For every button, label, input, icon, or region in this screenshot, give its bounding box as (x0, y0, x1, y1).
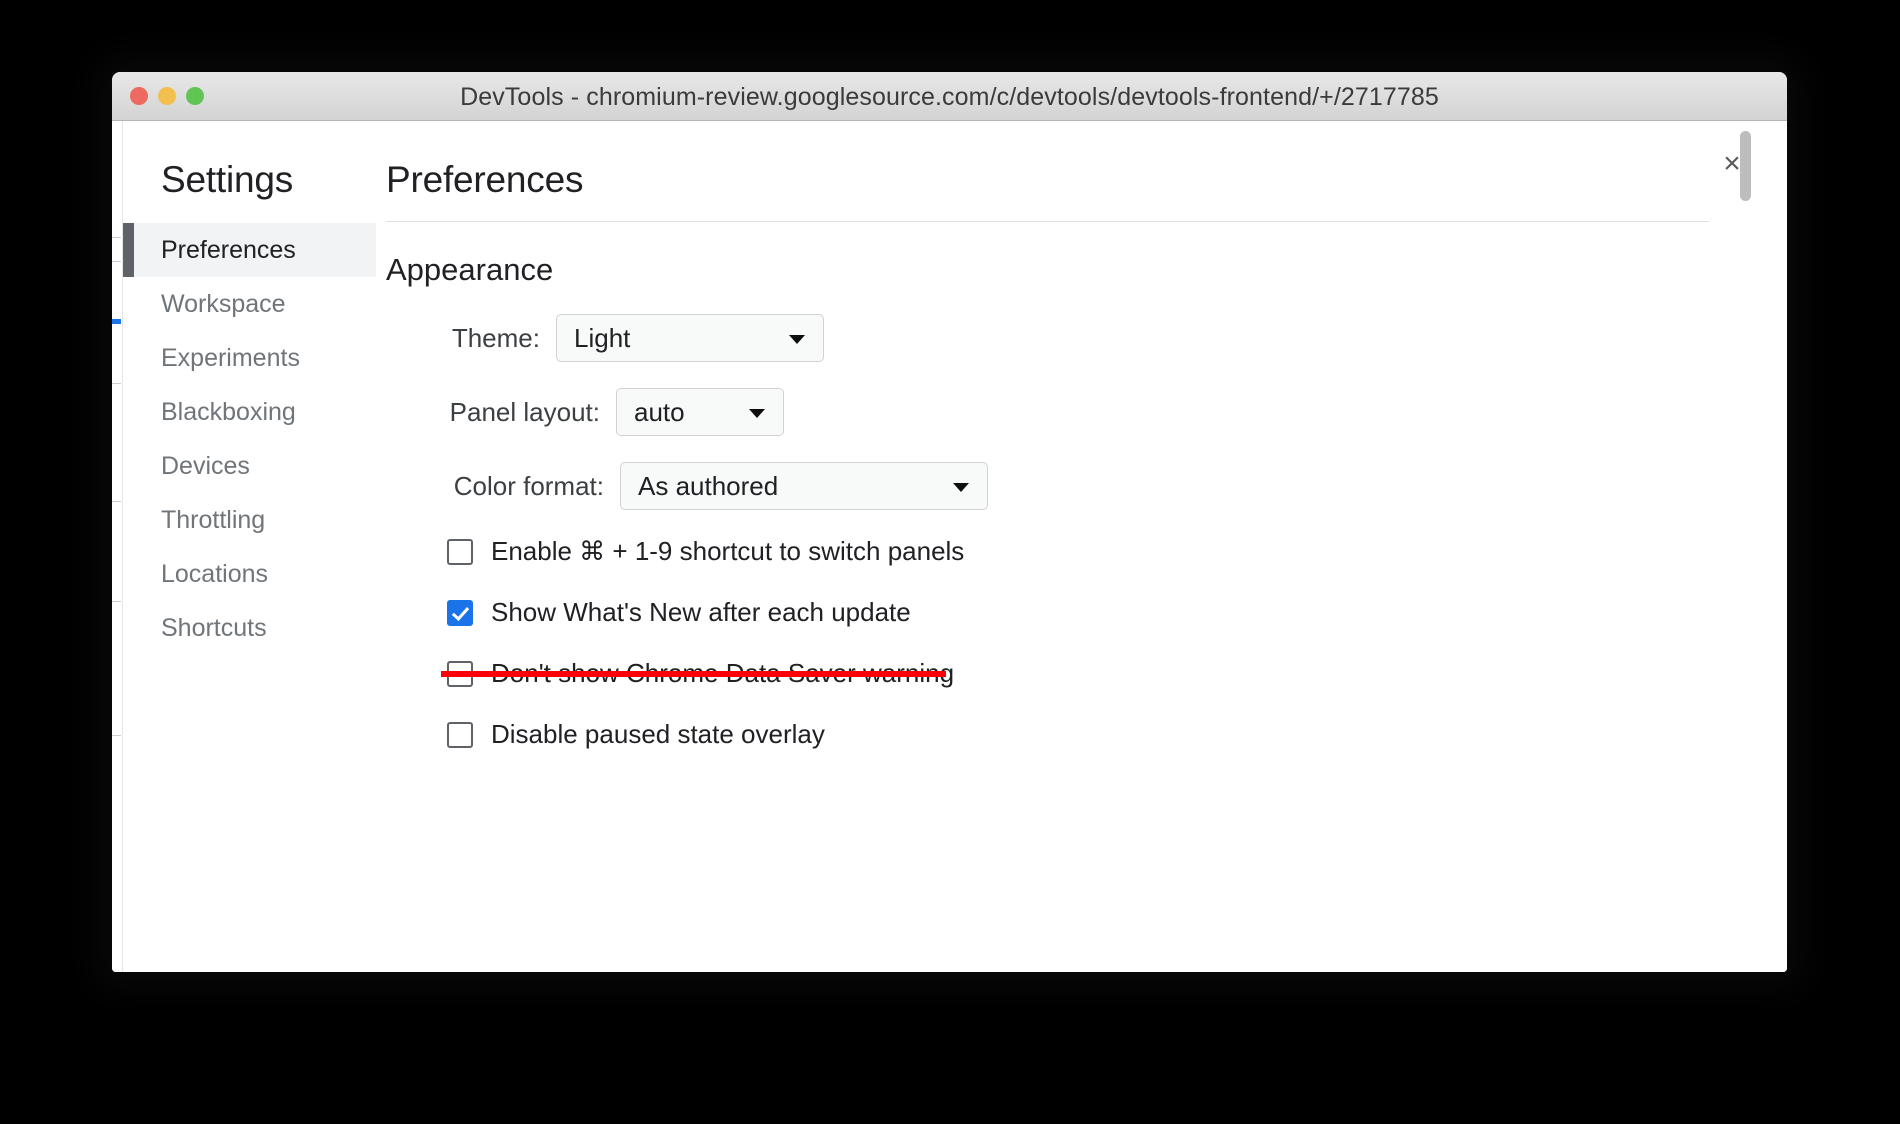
checkbox-data-saver-warning[interactable] (447, 660, 473, 687)
checkbox-label: Enable ⌘ + 1-9 shortcut to switch panels (491, 536, 965, 566)
page-edge-tick (112, 237, 121, 238)
sidebar-item-label: Locations (161, 559, 269, 588)
screenshot-root: DevTools - chromium-review.googlesource.… (0, 0, 1900, 1124)
checkbox-row-data-saver-warning[interactable]: Don't show Chrome Data Saver warning (386, 658, 1709, 689)
sidebar-item-label: Devices (161, 451, 250, 480)
chevron-down-icon (789, 335, 805, 344)
theme-select[interactable]: Light (556, 314, 824, 362)
sidebar-item-label: Blackboxing (161, 397, 296, 426)
preferences-scroll-area: Appearance Theme: Light Panel layout: au… (376, 222, 1787, 972)
section-heading-appearance: Appearance (386, 252, 554, 287)
color-format-row: Color format: As authored (386, 462, 1709, 510)
page-edge-highlight (112, 319, 121, 324)
devtools-window: DevTools - chromium-review.googlesource.… (112, 72, 1787, 972)
page-edge-tick (112, 383, 121, 384)
page-edge-tick (112, 735, 121, 736)
theme-row: Theme: Light (386, 314, 1709, 362)
page-title: Preferences (386, 159, 584, 200)
checkbox-shortcut-panels[interactable] (447, 538, 473, 565)
checkbox-paused-overlay[interactable] (447, 721, 473, 748)
checkbox-label: Disable paused state overlay (491, 719, 825, 749)
checkbox-whats-new[interactable] (447, 599, 473, 626)
sidebar-item-preferences[interactable]: Preferences (123, 223, 376, 277)
color-format-label: Color format: (453, 470, 604, 501)
sidebar-item-blackboxing[interactable]: Blackboxing (123, 385, 376, 439)
sidebar-item-shortcuts[interactable]: Shortcuts (123, 601, 376, 655)
chevron-down-icon (749, 409, 765, 418)
sidebar-item-experiments[interactable]: Experiments (123, 331, 376, 385)
content-scrollbar-track[interactable] (1737, 121, 1751, 972)
sidebar-item-label: Preferences (161, 235, 296, 264)
sidebar-item-workspace[interactable]: Workspace (123, 277, 376, 331)
window-body: × Settings Preferences Workspace Experim… (112, 121, 1787, 972)
settings-main-panel: Preferences Appearance Theme: Light Pane… (376, 121, 1787, 972)
settings-dialog-body: Settings Preferences Workspace Experimen… (123, 121, 1787, 972)
chevron-down-icon (953, 483, 969, 492)
checkbox-row-paused-overlay[interactable]: Disable paused state overlay (386, 719, 1709, 750)
panel-layout-select[interactable]: auto (616, 388, 784, 436)
checkbox-row-whats-new[interactable]: Show What's New after each update (386, 597, 1709, 628)
sidebar-item-label: Workspace (161, 289, 286, 318)
sidebar-item-locations[interactable]: Locations (123, 547, 376, 601)
checkbox-label: Don't show Chrome Data Saver warning (491, 658, 955, 688)
theme-select-value: Light (574, 322, 631, 353)
sidebar-item-label: Shortcuts (161, 613, 267, 642)
panel-layout-label: Panel layout: (449, 396, 600, 427)
sidebar-item-throttling[interactable]: Throttling (123, 493, 376, 547)
page-edge-tick (112, 601, 121, 602)
sidebar-item-label: Throttling (161, 505, 266, 534)
sidebar-item-label: Experiments (161, 343, 300, 372)
panel-layout-row: Panel layout: auto (386, 388, 1709, 436)
checkbox-row-shortcut-panels[interactable]: Enable ⌘ + 1-9 shortcut to switch panels (386, 536, 1709, 567)
theme-label: Theme: (451, 322, 540, 353)
window-title: DevTools - chromium-review.googlesource.… (460, 83, 1439, 111)
sidebar-item-devices[interactable]: Devices (123, 439, 376, 493)
color-format-select-value: As authored (638, 470, 779, 501)
window-titlebar: DevTools - chromium-review.googlesource.… (112, 72, 1787, 121)
content-scrollbar-thumb[interactable] (1740, 131, 1751, 201)
checkbox-label: Show What's New after each update (491, 597, 911, 627)
settings-dialog: × Settings Preferences Workspace Experim… (122, 121, 1787, 972)
panel-layout-select-value: auto (634, 396, 685, 427)
settings-sidebar-title: Settings (161, 159, 294, 200)
page-edge-tick (112, 261, 121, 262)
settings-sidebar: Settings Preferences Workspace Experimen… (123, 121, 376, 972)
color-format-select[interactable]: As authored (620, 462, 988, 510)
page-edge-tick (112, 501, 121, 502)
